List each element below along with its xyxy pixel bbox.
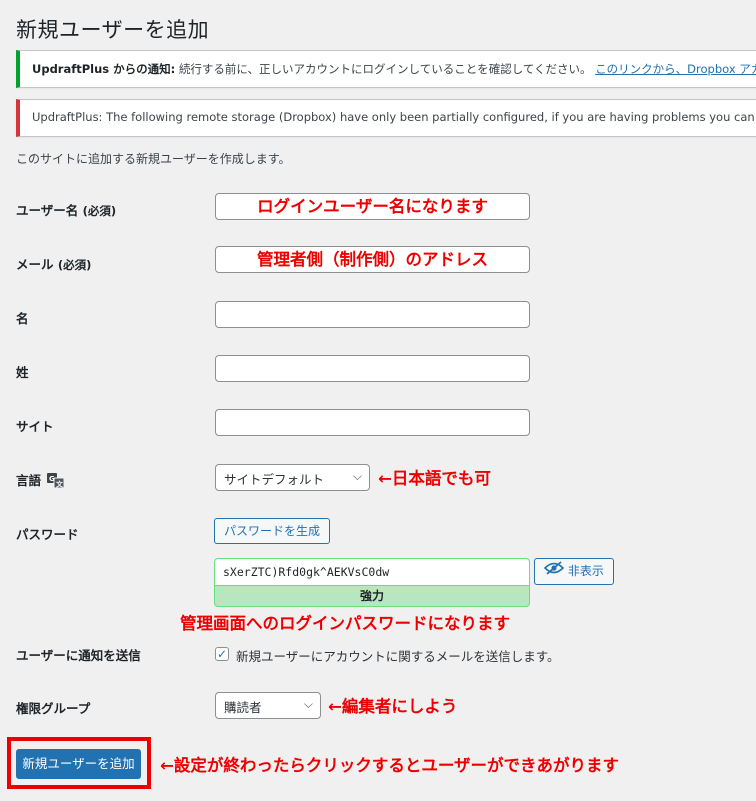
notify-checkbox-label: 新規ユーザーにアカウントに関するメールを送信します。 xyxy=(236,649,560,664)
notify-checkbox[interactable]: ✓ xyxy=(215,647,229,661)
role-label: 権限グループ xyxy=(16,701,91,716)
dropbox-link[interactable]: このリンクから、Dropbox アカウ xyxy=(595,62,756,76)
username-annotation: ログインユーザー名になります xyxy=(257,197,488,216)
page-title: 新規ユーザーを追加 xyxy=(16,18,210,42)
website-input[interactable] xyxy=(215,409,530,436)
last-name-label: 姓 xyxy=(16,365,29,380)
first-name-label: 名 xyxy=(16,311,29,326)
notify-label: ユーザーに通知を送信 xyxy=(16,648,141,663)
updraft-notice-login: UpdraftPlus からの通知: 続行する前に、正しいアカウントにログインし… xyxy=(16,50,756,88)
password-strength-meter: 強力 xyxy=(214,585,530,607)
generate-password-button[interactable]: パスワードを生成 xyxy=(214,518,331,544)
role-select[interactable]: 購読者 ⌵ xyxy=(215,692,321,719)
eye-slash-icon xyxy=(543,559,565,584)
username-input[interactable]: ログインユーザー名になります xyxy=(215,193,530,220)
password-annotation: 管理画面へのログインパスワードになります xyxy=(180,614,510,633)
submit-annotation: ←設定が終わったらクリックするとユーザーができあがります xyxy=(160,756,619,775)
hide-password-button[interactable]: 非表示 xyxy=(534,558,614,585)
svg-text:文: 文 xyxy=(56,479,64,488)
email-label: メール (必須) xyxy=(16,257,92,272)
notice-text: UpdraftPlus: The following remote storag… xyxy=(32,110,756,124)
email-input[interactable]: 管理者側（制作側）のアドレス xyxy=(215,246,530,273)
notice-prefix: UpdraftPlus からの通知: xyxy=(32,62,176,76)
email-annotation: 管理者側（制作側）のアドレス xyxy=(257,250,488,269)
first-name-input[interactable] xyxy=(215,301,530,328)
updraft-notice-storage: UpdraftPlus: The following remote storag… xyxy=(16,99,756,137)
last-name-input[interactable] xyxy=(215,355,530,382)
add-user-button[interactable]: 新規ユーザーを追加 xyxy=(16,749,141,779)
checkmark-icon: ✓ xyxy=(216,647,228,661)
language-annotation: ←日本語でも可 xyxy=(378,469,491,488)
chevron-down-icon: ⌵ xyxy=(352,469,362,483)
intro-text: このサイトに追加する新規ユーザーを作成します。 xyxy=(16,152,291,166)
username-label: ユーザー名 (必須) xyxy=(16,203,117,218)
website-label: サイト xyxy=(16,419,54,434)
notice-text: 続行する前に、正しいアカウントにログインしていることを確認してください。 xyxy=(175,62,596,76)
role-annotation: ←編集者にしよう xyxy=(328,697,458,716)
password-input[interactable]: sXerZTC)Rfd0gk^AEKVsC0dw xyxy=(214,558,530,585)
password-label: パスワード xyxy=(16,527,79,542)
chevron-down-icon: ⌵ xyxy=(303,697,313,711)
language-label: 言語 G 文 xyxy=(16,470,65,491)
translation-icon: G 文 xyxy=(47,472,65,491)
language-select[interactable]: サイトデフォルト ⌵ xyxy=(215,464,370,491)
